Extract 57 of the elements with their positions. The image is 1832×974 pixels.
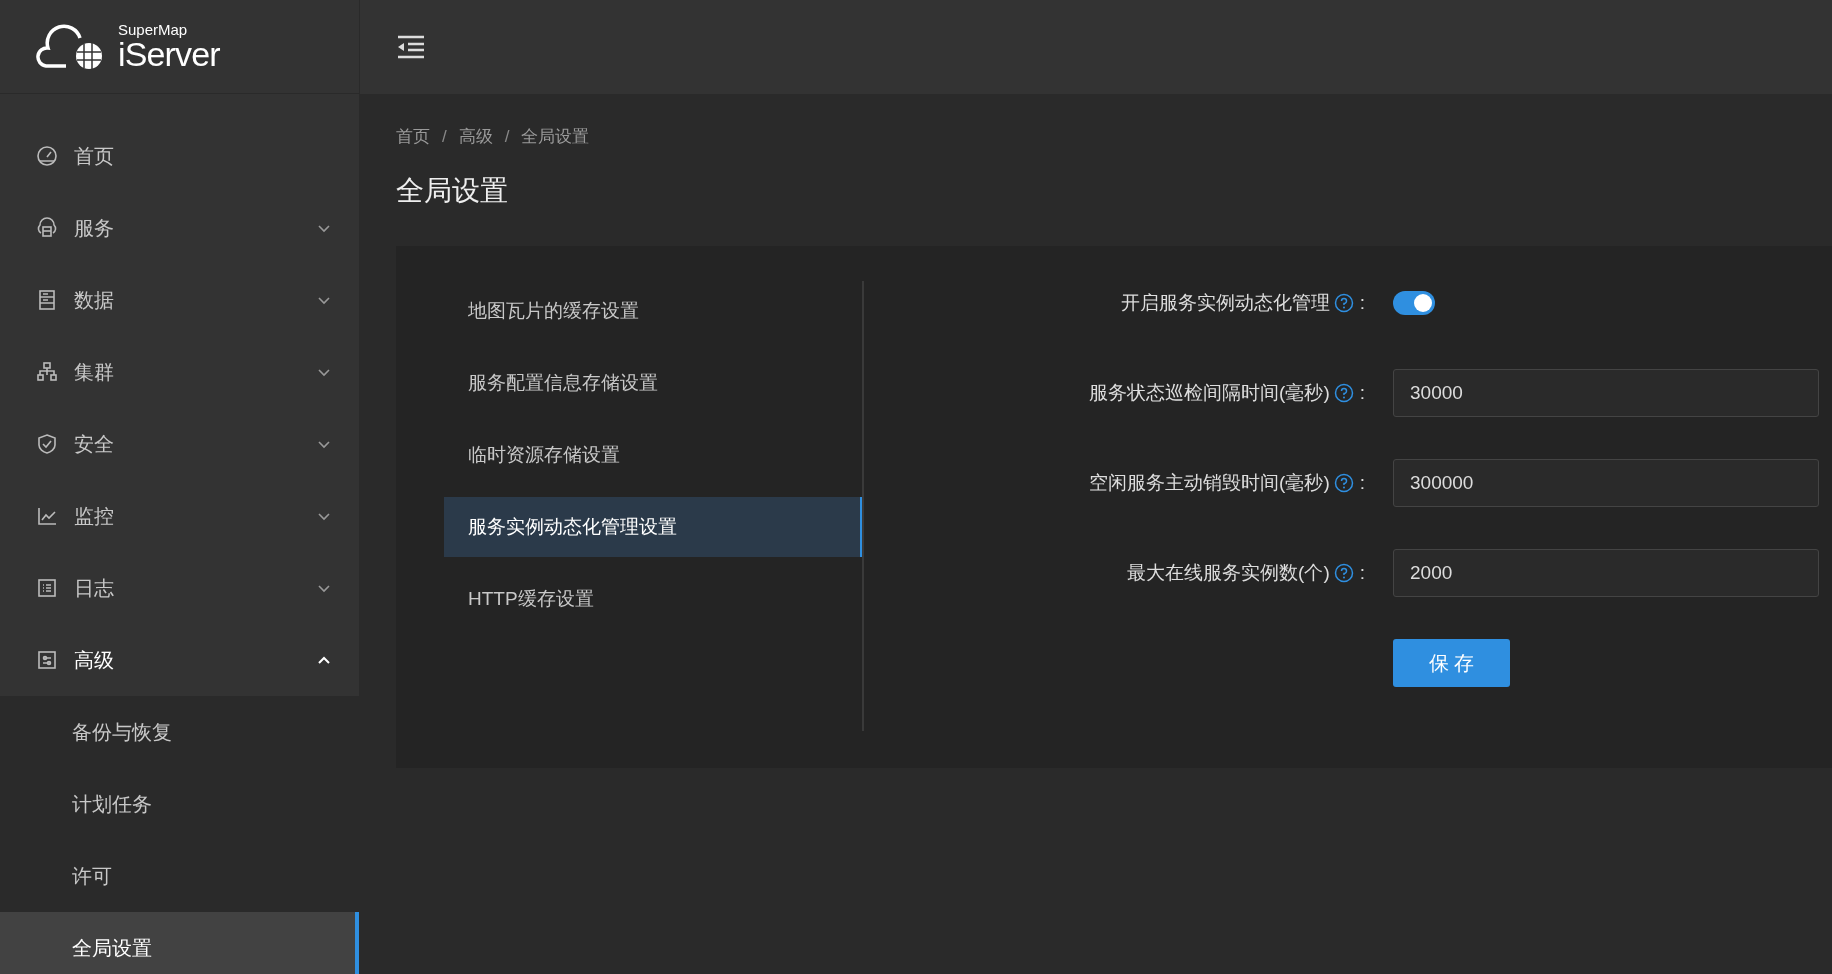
toggle-switch[interactable] [1393, 291, 1435, 315]
number-input[interactable]: 300000 [1393, 459, 1819, 507]
settings-tab[interactable]: 地图瓦片的缓存设置 [444, 281, 862, 341]
submenu-item[interactable]: 备份与恢复 [0, 696, 359, 768]
number-input[interactable]: 2000 [1393, 549, 1819, 597]
settings-tab[interactable]: 服务配置信息存储设置 [444, 353, 862, 413]
sidebar-item[interactable]: 日志 [0, 552, 359, 624]
page-title: 全局设置 [396, 174, 509, 208]
field-label: 最大在线服务实例数(个) [1127, 560, 1330, 585]
sidebar-item[interactable]: 服务 [0, 192, 359, 264]
menu-toggle-icon[interactable] [396, 34, 426, 60]
help-icon[interactable] [1333, 473, 1354, 493]
chevron-down-icon [317, 439, 331, 449]
breadcrumb-link[interactable]: 全局设置 [521, 124, 590, 150]
field-label: 空闲服务主动销毁时间(毫秒) [1089, 470, 1330, 495]
chevron-up-icon [317, 655, 331, 665]
settings-tab[interactable]: 服务实例动态化管理设置 [444, 497, 862, 557]
logo-product: iServer [118, 37, 220, 71]
label-colon: : [1359, 470, 1365, 495]
sidebar-item[interactable]: 安全 [0, 408, 359, 480]
sidebar-item[interactable]: 监控 [0, 480, 359, 552]
field-label: 开启服务实例动态化管理 [1120, 290, 1330, 315]
sidebar-item[interactable]: 首页 [0, 120, 359, 192]
help-icon[interactable] [1333, 293, 1354, 313]
breadcrumb-link[interactable]: 高级 [458, 124, 493, 150]
shield-check-icon [36, 433, 58, 455]
chevron-down-icon [317, 511, 331, 521]
cloud-icon [36, 217, 58, 239]
submenu-item[interactable]: 许可 [0, 840, 359, 912]
submenu-item[interactable]: 计划任务 [0, 768, 359, 840]
chevron-down-icon [317, 295, 331, 305]
settings-tab[interactable]: 临时资源存储设置 [444, 425, 862, 485]
gauge-icon [36, 145, 58, 167]
label-colon: : [1359, 380, 1365, 405]
line-chart-icon [36, 505, 58, 527]
number-input[interactable]: 30000 [1393, 369, 1819, 417]
server-icon [36, 289, 58, 311]
breadcrumb-separator: / [504, 126, 510, 149]
chevron-down-icon [317, 583, 331, 593]
sidebar-item[interactable]: 高级 [0, 624, 359, 696]
chevron-down-icon [317, 223, 331, 233]
sidebar-item[interactable]: 集群 [0, 336, 359, 408]
logo-brand: SuperMap [118, 22, 189, 37]
breadcrumb-link[interactable]: 首页 [396, 124, 430, 150]
breadcrumb-separator: / [442, 126, 447, 149]
sliders-icon [36, 649, 58, 671]
field-label: 服务状态巡检间隔时间(毫秒) [1089, 380, 1330, 405]
list-icon [36, 577, 58, 599]
settings-tab[interactable]: HTTP缓存设置 [444, 569, 862, 629]
help-icon[interactable] [1333, 383, 1354, 403]
chevron-down-icon [317, 367, 331, 377]
help-icon[interactable] [1333, 563, 1354, 583]
label-colon: : [1359, 290, 1365, 315]
label-colon: : [1359, 560, 1365, 585]
hierarchy-icon [36, 361, 58, 383]
submenu-item[interactable]: 全局设置 [0, 912, 359, 974]
sidebar-item[interactable]: 数据 [0, 264, 359, 336]
